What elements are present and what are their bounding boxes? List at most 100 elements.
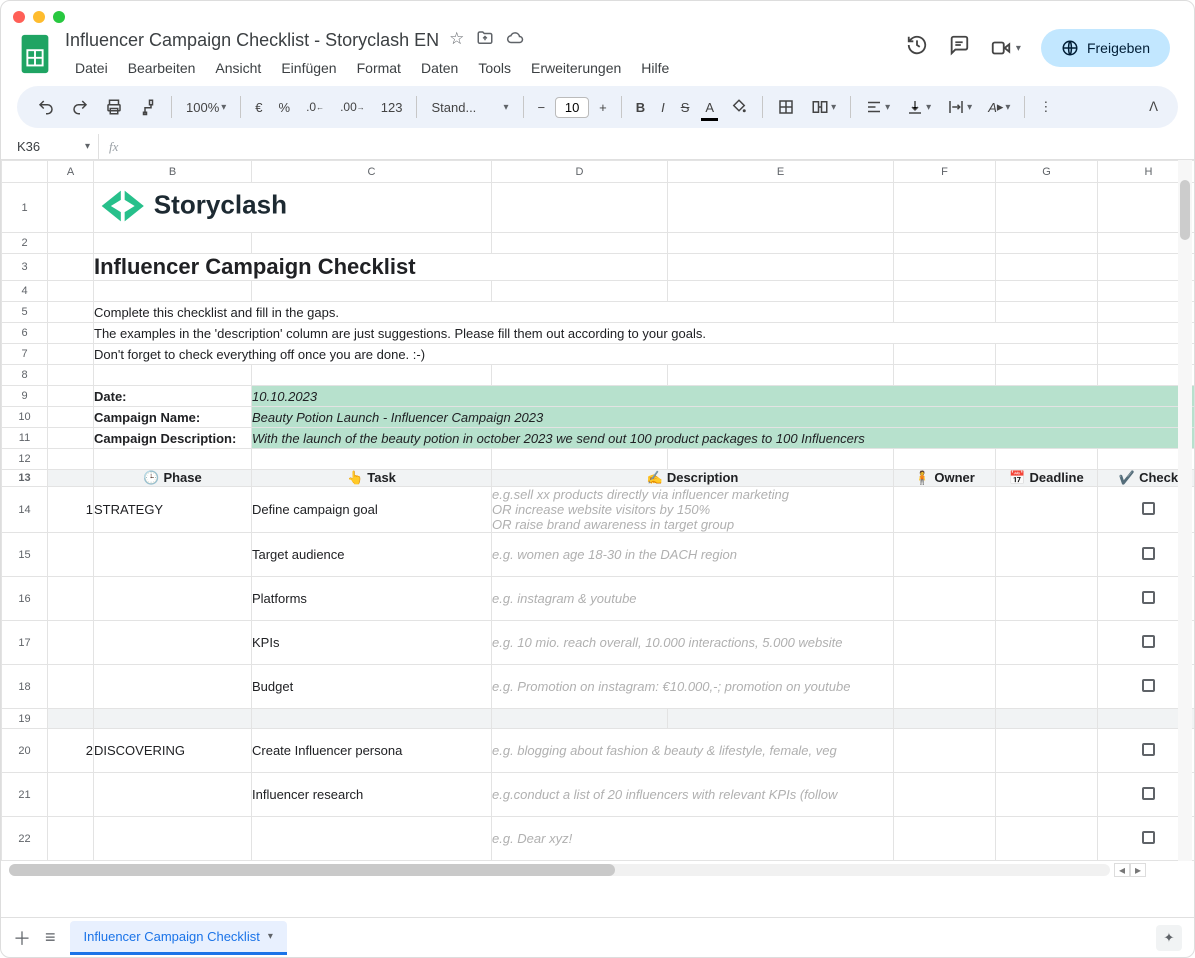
phase-cell[interactable]	[94, 773, 252, 817]
checkbox[interactable]	[1142, 591, 1155, 604]
menu-tools[interactable]: Tools	[468, 56, 521, 80]
task-cell[interactable]: KPIs	[252, 621, 492, 665]
phase-cell[interactable]	[94, 533, 252, 577]
deadline-cell[interactable]	[996, 729, 1098, 773]
column-header[interactable]: G	[996, 161, 1098, 183]
description-cell[interactable]: e.g. instagram & youtube	[492, 577, 894, 621]
fill-color-button[interactable]	[724, 92, 754, 122]
share-button[interactable]: Freigeben	[1041, 29, 1170, 67]
merge-cells-button[interactable]: ▾	[805, 92, 842, 122]
name-box[interactable]: K36▾	[9, 134, 99, 159]
row-header[interactable]: 12	[2, 449, 48, 470]
toolbar-overflow-button[interactable]: ⋮	[1033, 93, 1058, 121]
row-header[interactable]: 15	[2, 533, 48, 577]
menu-datei[interactable]: Datei	[65, 56, 118, 80]
menu-bearbeiten[interactable]: Bearbeiten	[118, 56, 206, 80]
meta-value[interactable]: With the launch of the beauty potion in …	[252, 428, 1195, 449]
column-header[interactable]: E	[668, 161, 894, 183]
phase-number[interactable]	[48, 773, 94, 817]
table-header-phase[interactable]: 🕒Phase	[94, 470, 252, 487]
phase-number[interactable]: 1	[48, 487, 94, 533]
row-header[interactable]: 8	[2, 365, 48, 386]
row-header[interactable]: 21	[2, 773, 48, 817]
column-header[interactable]: F	[894, 161, 996, 183]
minimize-window-icon[interactable]	[33, 11, 45, 23]
cloud-status-icon[interactable]	[506, 29, 524, 52]
strikethrough-button[interactable]: S	[675, 94, 696, 121]
deadline-cell[interactable]	[996, 621, 1098, 665]
sheet-tab-menu-icon[interactable]: ▾	[266, 931, 273, 942]
phase-cell[interactable]	[94, 621, 252, 665]
row-header[interactable]: 10	[2, 407, 48, 428]
explore-button[interactable]: ✦	[1156, 925, 1182, 951]
checkbox[interactable]	[1142, 547, 1155, 560]
row-header[interactable]: 2	[2, 233, 48, 254]
phase-number[interactable]	[48, 621, 94, 665]
phase-cell[interactable]: STRATEGY	[94, 487, 252, 533]
owner-cell[interactable]	[894, 621, 996, 665]
phase-cell[interactable]: DISCOVERING	[94, 729, 252, 773]
table-header-owner[interactable]: 🧍Owner	[894, 470, 996, 487]
task-cell[interactable]: Define campaign goal	[252, 487, 492, 533]
redo-button[interactable]	[65, 92, 95, 122]
description-cell[interactable]: e.g.sell xx products directly via influe…	[492, 487, 894, 533]
owner-cell[interactable]	[894, 729, 996, 773]
deadline-cell[interactable]	[996, 665, 1098, 709]
increase-font-button[interactable]: +	[593, 94, 613, 121]
task-cell[interactable]: Budget	[252, 665, 492, 709]
all-sheets-button[interactable]: ≡	[45, 927, 56, 948]
text-wrap-button[interactable]: ▾	[941, 92, 978, 122]
owner-cell[interactable]	[894, 665, 996, 709]
row-header[interactable]: 1	[2, 183, 48, 233]
row-header[interactable]: 20	[2, 729, 48, 773]
row-header[interactable]: 16	[2, 577, 48, 621]
deadline-cell[interactable]	[996, 817, 1098, 861]
comments-icon[interactable]	[948, 34, 970, 62]
owner-cell[interactable]	[894, 817, 996, 861]
phase-number[interactable]	[48, 665, 94, 709]
deadline-cell[interactable]	[996, 577, 1098, 621]
table-header-task[interactable]: 👆Task	[252, 470, 492, 487]
spreadsheet-grid[interactable]: A B C D E F G H 1Storyclash23Influencer …	[1, 160, 1194, 861]
vertical-align-button[interactable]: ▾	[900, 92, 937, 122]
table-header-deadline[interactable]: 📅Deadline	[996, 470, 1098, 487]
print-button[interactable]	[99, 92, 129, 122]
currency-button[interactable]: €	[249, 94, 268, 121]
sheet-tab[interactable]: Influencer Campaign Checklist ▾	[70, 921, 287, 955]
description-cell[interactable]: e.g.conduct a list of 20 influencers wit…	[492, 773, 894, 817]
meta-label[interactable]: Campaign Description:	[94, 428, 252, 449]
column-header[interactable]: C	[252, 161, 492, 183]
paint-format-button[interactable]	[133, 92, 163, 122]
row-header[interactable]: 18	[2, 665, 48, 709]
task-cell[interactable]	[252, 817, 492, 861]
undo-button[interactable]	[31, 92, 61, 122]
checkbox[interactable]	[1142, 635, 1155, 648]
description-cell[interactable]: e.g. women age 18-30 in the DACH region	[492, 533, 894, 577]
row-header[interactable]: 17	[2, 621, 48, 665]
history-icon[interactable]	[906, 34, 928, 62]
description-cell[interactable]: e.g. Dear xyz!	[492, 817, 894, 861]
collapse-toolbar-button[interactable]: ᐱ	[1143, 93, 1164, 121]
row-header[interactable]: 9	[2, 386, 48, 407]
deadline-cell[interactable]	[996, 773, 1098, 817]
menu-hilfe[interactable]: Hilfe	[631, 56, 679, 80]
decrease-font-button[interactable]: −	[532, 94, 552, 121]
row-header[interactable]: 11	[2, 428, 48, 449]
vertical-scrollbar[interactable]	[1178, 160, 1192, 861]
font-select[interactable]: Stand...▾	[425, 94, 514, 121]
menu-daten[interactable]: Daten	[411, 56, 468, 80]
star-icon[interactable]: ☆	[449, 29, 464, 52]
text-rotation-button[interactable]: A▸▾	[982, 93, 1016, 121]
table-header-description[interactable]: ✍️Description	[492, 470, 894, 487]
horizontal-align-button[interactable]: ▾	[859, 92, 896, 122]
task-cell[interactable]: Influencer research	[252, 773, 492, 817]
maximize-window-icon[interactable]	[53, 11, 65, 23]
description-cell[interactable]: e.g. blogging about fashion & beauty & l…	[492, 729, 894, 773]
google-sheets-logo-icon[interactable]	[17, 33, 53, 75]
phase-cell[interactable]	[94, 817, 252, 861]
checkbox[interactable]	[1142, 831, 1155, 844]
font-size-input[interactable]	[555, 97, 589, 118]
owner-cell[interactable]	[894, 533, 996, 577]
owner-cell[interactable]	[894, 487, 996, 533]
italic-button[interactable]: I	[655, 94, 671, 121]
